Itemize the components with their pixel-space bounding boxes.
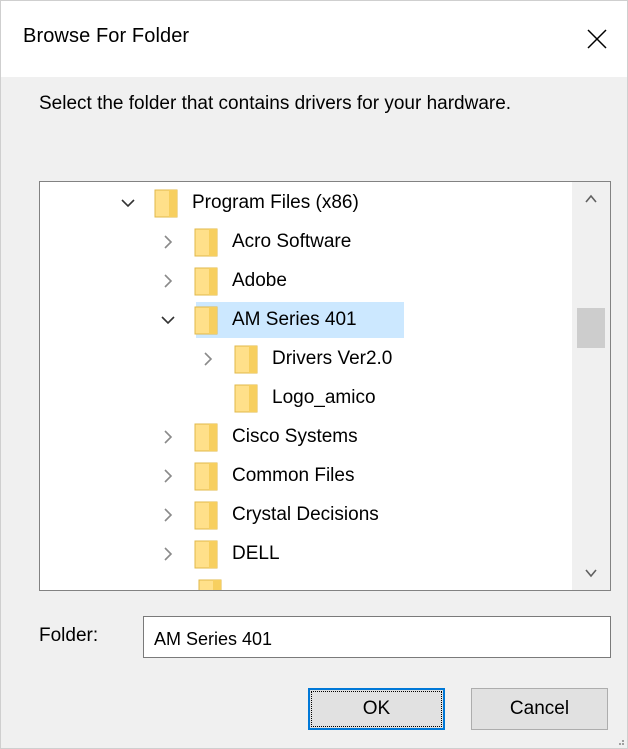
browse-for-folder-dialog: Browse For Folder Select the folder that… [0,0,628,749]
tree-item-program-files-x86[interactable]: Program Files (x86) [118,185,363,221]
chevron-right-icon[interactable] [158,232,178,252]
tree-item-acro-software[interactable]: Acro Software [158,224,355,260]
focus-rectangle [311,691,442,727]
folder-name-input[interactable] [143,616,611,658]
folder-icon [194,266,218,296]
title-bar: Browse For Folder [1,1,627,77]
tree-item-label: Acro Software [232,231,352,252]
tree-item-label: Cisco Systems [232,426,358,447]
tree-item-drivers-ver2[interactable]: Drivers Ver2.0 [198,341,396,377]
scroll-down-button[interactable] [572,556,610,590]
close-icon [587,29,607,49]
resize-grip-icon[interactable] [615,736,625,746]
tree-item-label: Crystal Decisions [232,504,379,525]
folder-tree[interactable]: Program Files (x86) Acro Software Adobe … [39,181,611,591]
tree-item-cisco-systems[interactable]: Cisco Systems [158,419,362,455]
tree-item-label: DELL [232,543,280,564]
folder-icon [154,188,178,218]
cancel-button[interactable]: Cancel [471,688,608,730]
tree-item-label: Program Files (x86) [192,192,359,213]
chevron-down-icon [585,569,597,578]
tree-vertical-scrollbar[interactable] [572,182,610,590]
folder-icon [194,227,218,257]
chevron-down-icon[interactable] [158,310,178,330]
tree-item-partial-folder-icon [198,578,222,590]
tree-item-crystal-decisions[interactable]: Crystal Decisions [158,497,383,533]
tree-item-label: Drivers Ver2.0 [272,348,393,369]
folder-icon [194,539,218,569]
tree-item-label: Common Files [232,465,355,486]
chevron-right-icon[interactable] [158,466,178,486]
folder-icon [194,500,218,530]
cancel-button-label: Cancel [509,698,570,719]
tree-item-am-series-401[interactable]: AM Series 401 [158,302,404,338]
tree-item-label: Adobe [232,270,287,291]
tree-item-dell[interactable]: DELL [158,536,284,572]
tree-item-label: AM Series 401 [232,309,357,330]
folder-tree-viewport: Program Files (x86) Acro Software Adobe … [40,182,572,590]
scroll-thumb[interactable] [577,308,605,348]
chevron-right-icon[interactable] [158,427,178,447]
scroll-up-button[interactable] [572,182,610,216]
instruction-text: Select the folder that contains drivers … [39,93,512,114]
chevron-up-icon [585,194,597,203]
tree-item-adobe[interactable]: Adobe [158,263,291,299]
tree-item-common-files[interactable]: Common Files [158,458,358,494]
folder-field-label: Folder: [39,625,99,646]
chevron-right-icon[interactable] [158,544,178,564]
window-title: Browse For Folder [23,25,190,47]
close-button[interactable] [567,1,627,77]
chevron-down-icon[interactable] [118,193,138,213]
expander-placeholder [198,388,218,408]
chevron-right-icon[interactable] [158,271,178,291]
folder-icon [194,461,218,491]
chevron-right-icon[interactable] [198,349,218,369]
tree-item-label: Logo_amico [272,387,376,408]
tree-item-logo-amico[interactable]: Logo_amico [198,380,380,416]
folder-icon [234,344,258,374]
folder-icon [194,305,218,335]
folder-icon [234,383,258,413]
folder-icon [194,422,218,452]
ok-button[interactable]: OK [308,688,445,730]
chevron-right-icon[interactable] [158,505,178,525]
